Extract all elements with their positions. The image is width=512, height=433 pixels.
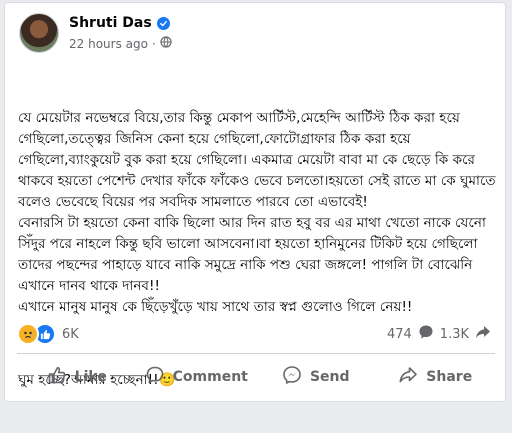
- reactions-summary[interactable]: 6K: [17, 323, 79, 345]
- share-label: Share: [426, 369, 473, 385]
- post-paragraph: যে মেয়েটার নভেম্বরে বিয়ে,তার কিন্তু মে…: [18, 110, 496, 315]
- comment-label: Comment: [172, 369, 248, 385]
- comment-count-icon: [418, 324, 434, 344]
- divider: [17, 353, 495, 354]
- public-audience-icon[interactable]: [160, 36, 172, 51]
- like-icon: [47, 365, 67, 389]
- post-meta: 22 hours ago ·: [69, 36, 172, 51]
- like-button[interactable]: Like: [17, 359, 137, 395]
- send-button[interactable]: Send: [256, 359, 376, 395]
- share-button[interactable]: Share: [376, 359, 496, 395]
- comment-button[interactable]: Comment: [137, 359, 257, 395]
- meta-separator: ·: [151, 36, 156, 51]
- author-name[interactable]: Shruti Das: [69, 15, 152, 31]
- share-count-icon: [475, 324, 491, 344]
- messenger-icon: [282, 365, 302, 389]
- verified-badge-icon: [156, 16, 170, 30]
- avatar[interactable]: [19, 13, 59, 53]
- post-actions: Like Comment Send Share: [17, 359, 495, 395]
- author-row: Shruti Das: [69, 15, 170, 31]
- post-stats: 6K 474 1.3K: [17, 321, 495, 345]
- like-label: Like: [74, 369, 107, 385]
- sad-reaction-icon: [17, 323, 39, 345]
- shares-count[interactable]: 1.3K: [440, 327, 469, 342]
- post-timestamp[interactable]: 22 hours ago: [69, 37, 148, 51]
- engagement-counts: 474 1.3K: [387, 324, 491, 344]
- reactions-count: 6K: [62, 326, 79, 342]
- comment-icon: [145, 365, 165, 389]
- send-label: Send: [309, 369, 350, 385]
- comments-count[interactable]: 474: [387, 327, 412, 342]
- post-header: Shruti Das 22 hours ago ·: [19, 13, 489, 59]
- share-icon: [398, 365, 418, 389]
- post-card: Shruti Das 22 hours ago · যে মেয়েটার নভ…: [4, 2, 506, 402]
